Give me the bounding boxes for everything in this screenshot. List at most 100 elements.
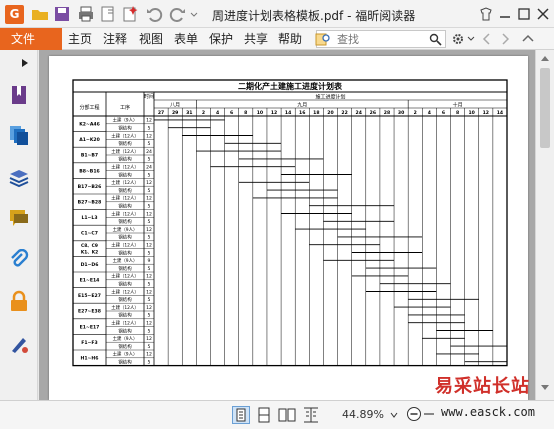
menu-share[interactable]: 共享 [244,31,268,47]
menu-help[interactable]: 帮助 [278,31,302,47]
search-icon[interactable] [429,33,442,46]
new-document-icon[interactable] [99,5,117,23]
duration-label: 5 [148,250,151,256]
pages-icon[interactable] [8,124,30,146]
find-options-icon[interactable] [315,31,331,47]
undo-icon[interactable] [145,5,163,23]
section-label: E15~E27 [78,293,101,299]
scroll-up-icon[interactable] [540,54,550,62]
search-input[interactable] [337,31,427,47]
day-label: 20 [327,110,333,116]
open-folder-icon[interactable] [31,5,49,23]
continuous-facing-view-icon[interactable] [302,406,320,424]
minimize-button[interactable] [497,6,513,22]
day-label: 18 [313,110,319,116]
maximize-button[interactable] [516,6,532,22]
duration-label: 12 [146,305,152,311]
zoom-dropdown-icon[interactable] [390,409,398,421]
duration-label: 12 [146,321,152,327]
menu-comment[interactable]: 注释 [103,31,127,47]
signature-icon[interactable] [8,333,30,355]
duration-label: 12 [146,227,152,233]
section-label: B27~B28 [78,200,102,206]
duration-label: 24 [146,165,152,171]
pdf-page: 二期化产土建施工进度计划表 分部工程 工序 时间 施工进度计划 八月 九月 十月 27 29 31 2… [49,56,528,400]
menu-protect[interactable]: 保护 [209,31,233,47]
duration-label: 5 [148,219,151,225]
section-label: H1~H6 [81,356,99,362]
scroll-thumb[interactable] [540,68,550,148]
duration-label: 5 [148,266,151,272]
process-label: 钢结构 [118,218,132,225]
left-sidebar [0,50,38,400]
duration-label: 12 [146,118,152,124]
day-label: 8 [456,110,459,116]
day-label: 10 [257,110,263,116]
duration-label: 5 [148,360,151,366]
process-label: 钢结构 [118,281,132,288]
duration-label: 5 [148,126,151,132]
duration-label: 9 [148,258,151,264]
process-label: 土建（12人） [111,195,139,202]
section-label: B17~B26 [78,184,102,190]
bookmark-icon[interactable] [8,84,30,106]
section-label: B8~B16 [79,168,99,174]
day-label: 8 [244,110,247,116]
file-menu-button[interactable]: 文件 [0,28,62,50]
process-label: 钢结构 [118,156,132,163]
save-icon[interactable] [53,5,71,23]
app-logo[interactable]: G [5,5,24,24]
process-label: 土建（9人） [113,351,138,358]
maximize-icon [518,8,530,20]
process-label: 钢结构 [118,171,132,178]
settings-gear-icon[interactable] [450,31,476,47]
previous-arrow-icon[interactable] [481,32,493,46]
title-bar: G 周进度计划表格模板.pdf - 福昕阅读器 [0,0,554,28]
duration-label: 12 [146,180,152,186]
close-button[interactable] [535,6,551,22]
duration-label: 5 [148,188,151,194]
vertical-scrollbar[interactable] [535,50,554,400]
day-label: 16 [299,110,305,116]
document-canvas[interactable]: 二期化产土建施工进度计划表 分部工程 工序 时间 施工进度计划 八月 九月 十月 27 29 31 2… [39,50,535,400]
plan-header: 施工进度计划 [315,94,345,101]
zoom-out-icon[interactable] [406,406,422,422]
day-label: 10 [468,110,474,116]
continuous-view-icon[interactable] [256,406,272,424]
layers-icon[interactable] [8,166,30,188]
next-arrow-icon[interactable] [499,32,511,46]
doc-title: 二期化产土建施工进度计划表 [238,81,343,91]
duration-label: 12 [146,196,152,202]
process-label: 土建（9人） [113,226,138,233]
menu-view[interactable]: 视图 [139,31,163,47]
menu-form[interactable]: 表单 [174,31,198,47]
menu-home[interactable]: 主页 [68,31,92,47]
duration-label: 5 [148,204,151,210]
section-label: L1~L3 [81,215,97,221]
duration-label: 5 [148,328,151,334]
process-label: 钢结构 [118,140,132,147]
redo-icon[interactable] [169,5,187,23]
redo-dropdown-icon[interactable] [189,5,199,23]
comments-icon[interactable] [8,207,30,229]
duration-label: 12 [146,211,152,217]
skin-icon[interactable] [478,6,494,22]
day-label: 4 [428,110,431,116]
day-label: 12 [271,110,277,116]
window-title: 周进度计划表格模板.pdf - 福昕阅读器 [212,9,416,23]
create-pdf-icon[interactable] [121,5,139,23]
facing-view-icon[interactable] [278,406,296,424]
duration-label: 12 [146,289,152,295]
process-label: 钢结构 [118,234,132,241]
month-label: 十月 [453,102,463,109]
single-page-view-icon[interactable] [232,406,250,424]
process-label: 钢结构 [118,125,132,132]
search-box[interactable] [316,30,446,48]
process-label: 钢结构 [118,343,132,350]
expand-panel-icon[interactable] [20,58,30,68]
collapse-ribbon-icon[interactable] [521,32,535,46]
duration-label: 5 [148,282,151,288]
security-lock-icon[interactable] [8,290,30,312]
attachment-icon[interactable] [8,249,30,271]
print-icon[interactable] [77,5,95,23]
